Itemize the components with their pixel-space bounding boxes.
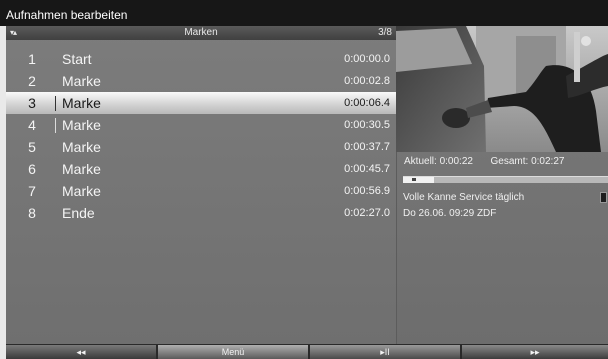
marker-time: 0:00:06.4: [344, 97, 390, 109]
marker-number: 3: [28, 95, 36, 111]
marker-time: 0:00:37.7: [344, 141, 390, 153]
marker-number: 4: [28, 117, 36, 133]
marker-row-5[interactable]: 5 Marke 0:00:37.7: [6, 136, 396, 158]
marker-time: 0:00:30.5: [344, 119, 390, 131]
play-pause-button[interactable]: ▸II: [310, 345, 460, 359]
marker-cursor: [55, 118, 56, 133]
marker-number: 7: [28, 183, 36, 199]
marker-number: 8: [28, 205, 36, 221]
marker-time: 0:00:45.7: [344, 163, 390, 175]
marker-label: Marke: [62, 161, 101, 177]
marker-row-2[interactable]: 2 Marke 0:00:02.8: [6, 70, 396, 92]
marker-number: 6: [28, 161, 36, 177]
marker-label: Marke: [62, 95, 101, 111]
marker-time: 0:00:02.8: [344, 75, 390, 87]
marker-label: Start: [62, 51, 92, 67]
time-readout: Aktuell: 0:00:22 Gesamt: 0:02:27: [404, 156, 564, 167]
list-title: Marken: [184, 27, 218, 38]
marker-time: 0:02:27.0: [344, 207, 390, 219]
marker-label: Ende: [62, 205, 95, 221]
list-position-count: 3/8: [378, 27, 392, 38]
program-date-channel: Do 26.06. 09:29 ZDF: [403, 208, 497, 219]
marker-row-8[interactable]: 8 Ende 0:02:27.0: [6, 202, 396, 224]
current-time-label: Aktuell:: [404, 156, 437, 167]
marker-label: Marke: [62, 73, 101, 89]
marker-row-3-selected[interactable]: 3 Marke 0:00:06.4: [6, 92, 396, 114]
list-header: ▾▴ Marken 3/8: [6, 26, 396, 40]
marker-time: 0:00:56.9: [344, 185, 390, 197]
marker-list-panel: ▾▴ Marken 3/8 1 Start 0:00:00.0 2 Marke …: [6, 26, 396, 344]
preview-panel: Aktuell: 0:00:22 Gesamt: 0:02:27 Volle K…: [396, 26, 608, 344]
marker-time: 0:00:00.0: [344, 53, 390, 65]
current-time-value: 0:00:22: [439, 156, 473, 167]
playback-position-marker: [411, 178, 416, 181]
total-time-label: Gesamt:: [490, 156, 529, 167]
marker-cursor: [55, 96, 56, 111]
marker-number: 1: [28, 51, 36, 67]
playback-progress-bar[interactable]: [403, 176, 608, 183]
total-time-value: 0:02:27: [531, 156, 565, 167]
marker-row-7[interactable]: 7 Marke 0:00:56.9: [6, 180, 396, 202]
marker-row-4[interactable]: 4 Marke 0:00:30.5: [6, 114, 396, 136]
video-preview: [396, 26, 608, 152]
marker-row-1[interactable]: 1 Start 0:00:00.0: [6, 48, 396, 70]
marker-row-6[interactable]: 6 Marke 0:00:45.7: [6, 158, 396, 180]
marker-number: 5: [28, 139, 36, 155]
function-bar: ◂◂ Menü ▸II ▸▸: [6, 344, 608, 359]
recording-status-icon: [600, 192, 607, 203]
rewind-button[interactable]: ◂◂: [6, 345, 156, 359]
fast-forward-button[interactable]: ▸▸: [462, 345, 608, 359]
marker-label: Marke: [62, 183, 101, 199]
marker-label: Marke: [62, 117, 101, 133]
marker-number: 2: [28, 73, 36, 89]
program-title: Volle Kanne Service täglich: [403, 192, 525, 203]
video-frame-image: [396, 26, 608, 152]
playback-progress-fill: [403, 177, 434, 183]
recording-info: Aktuell: 0:00:22 Gesamt: 0:02:27 Volle K…: [396, 152, 608, 344]
window-title: Aufnahmen bearbeiten: [0, 0, 608, 26]
marker-label: Marke: [62, 139, 101, 155]
recording-editor-screen: Aufnahmen bearbeiten ▾▴ Marken 3/8 1 Sta…: [0, 0, 608, 359]
menu-button[interactable]: Menü: [158, 345, 308, 359]
